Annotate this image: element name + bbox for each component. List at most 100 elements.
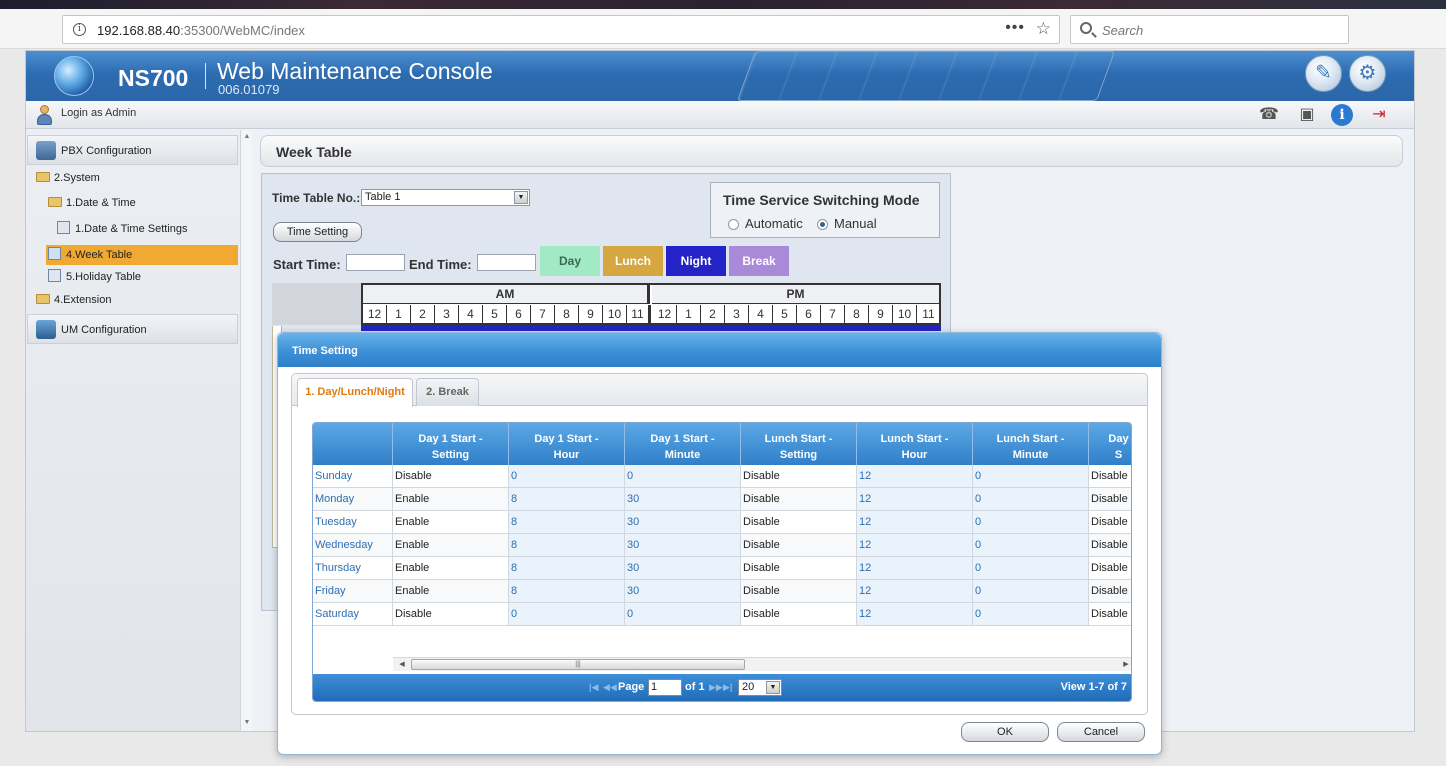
grid-cell[interactable]: Disable (1089, 580, 1131, 602)
grid-cell[interactable]: 0 (509, 465, 625, 487)
sidebar-section-pbx[interactable]: PBX Configuration (27, 135, 238, 165)
column-header[interactable]: Day 1 Start - Setting (393, 423, 509, 465)
sidebar-item-week-table[interactable]: 4.Week Table (46, 245, 238, 265)
tools-wrench-icon[interactable]: ✎ (1305, 55, 1342, 92)
column-header[interactable]: Lunch Start - Minute (973, 423, 1089, 465)
grid-cell[interactable]: Enable (393, 580, 509, 602)
grid-horizontal-scrollbar[interactable]: ◀ ||| ▶ (393, 657, 1131, 671)
end-time-input[interactable] (477, 254, 536, 271)
scroll-down-icon[interactable]: ▼ (242, 718, 252, 728)
tab-day-lunch-night[interactable]: 1. Day/Lunch/Night (297, 378, 413, 407)
grid-cell[interactable]: 12 (857, 511, 973, 533)
column-header[interactable]: Lunch Start - Setting (741, 423, 857, 465)
grid-cell[interactable]: 0 (973, 488, 1089, 510)
next-page-icon[interactable]: ▶▶ (709, 682, 723, 693)
grid-cell[interactable]: 8 (509, 511, 625, 533)
page-info-icon[interactable]: i (73, 23, 86, 36)
browser-search-input[interactable]: Search (1070, 15, 1349, 44)
start-time-input[interactable] (346, 254, 405, 271)
sidebar-item-holiday-table[interactable]: 5.Holiday Table (48, 269, 141, 289)
rows-per-page-select[interactable]: 20 ▼ (738, 679, 782, 696)
scroll-left-icon[interactable]: ◀ (397, 659, 407, 670)
manual-radio[interactable] (817, 219, 828, 230)
grid-cell[interactable]: 12 (857, 557, 973, 579)
grid-cell[interactable]: 8 (509, 580, 625, 602)
legend-lunch[interactable]: Lunch (603, 246, 663, 276)
grid-cell[interactable]: 0 (973, 557, 1089, 579)
scroll-right-icon[interactable]: ▶ (1121, 659, 1131, 670)
grid-cell[interactable]: 12 (857, 603, 973, 625)
grid-cell[interactable]: Disable (741, 511, 857, 533)
prev-page-icon[interactable]: ◀◀ (603, 682, 617, 693)
sidebar-item-system[interactable]: 2.System (36, 172, 100, 192)
grid-cell[interactable]: 8 (509, 557, 625, 579)
grid-cell[interactable]: 30 (625, 534, 741, 556)
grid-cell[interactable]: 12 (857, 488, 973, 510)
grid-cell[interactable]: Disable (741, 580, 857, 602)
last-page-icon[interactable]: ▶| (723, 682, 732, 693)
column-header[interactable] (313, 423, 393, 465)
column-header[interactable]: Day S (1089, 423, 1131, 465)
grid-cell[interactable]: 30 (625, 557, 741, 579)
time-setting-button[interactable]: Time Setting (273, 222, 362, 242)
grid-cell[interactable]: Disable (1089, 511, 1131, 533)
table-row[interactable]: Tuesday Enable 8 30 Disable 12 0 Disable (313, 511, 1131, 534)
grid-cell[interactable]: 12 (857, 465, 973, 487)
grid-cell[interactable]: 8 (509, 534, 625, 556)
automatic-radio[interactable] (728, 219, 739, 230)
column-header[interactable]: Day 1 Start - Minute (625, 423, 741, 465)
grid-cell[interactable]: 30 (625, 488, 741, 510)
grid-cell[interactable]: 0 (973, 534, 1089, 556)
column-header[interactable]: Lunch Start - Hour (857, 423, 973, 465)
sidebar-item-date-time-settings[interactable]: 1.Date & Time Settings (57, 221, 188, 241)
grid-cell[interactable]: Disable (1089, 534, 1131, 556)
grid-cell[interactable]: 0 (973, 465, 1089, 487)
grid-cell[interactable]: Disable (741, 488, 857, 510)
grid-cell[interactable]: 30 (625, 580, 741, 602)
table-row[interactable]: Wednesday Enable 8 30 Disable 12 0 Disable (313, 534, 1131, 557)
grid-cell[interactable]: 0 (625, 465, 741, 487)
cancel-button[interactable]: Cancel (1057, 722, 1145, 742)
grid-cell[interactable]: Enable (393, 557, 509, 579)
info-icon[interactable]: i (1331, 104, 1353, 126)
grid-cell[interactable]: Disable (741, 534, 857, 556)
grid-cell[interactable]: 0 (509, 603, 625, 625)
scrollbar-thumb[interactable]: ||| (411, 659, 745, 670)
table-row[interactable]: Saturday Disable 0 0 Disable 12 0 Disable (313, 603, 1131, 626)
scroll-up-icon[interactable]: ▲ (242, 132, 252, 142)
column-header[interactable]: Day 1 Start - Hour (509, 423, 625, 465)
settings-gear-icon[interactable]: ⚙ (1349, 55, 1386, 92)
grid-cell[interactable]: Disable (741, 465, 857, 487)
grid-cell[interactable]: 8 (509, 488, 625, 510)
bookmark-star-icon[interactable]: ☆ (1036, 19, 1051, 39)
grid-cell[interactable]: Disable (1089, 465, 1131, 487)
grid-cell[interactable]: 30 (625, 511, 741, 533)
grid-cell[interactable]: Disable (1089, 557, 1131, 579)
legend-day[interactable]: Day (540, 246, 600, 276)
grid-cell[interactable]: Disable (741, 557, 857, 579)
grid-cell[interactable]: 0 (973, 511, 1089, 533)
legend-night[interactable]: Night (666, 246, 726, 276)
page-actions-menu-icon[interactable]: ••• (1005, 19, 1025, 37)
table-row[interactable]: Sunday Disable 0 0 Disable 12 0 Disable (313, 465, 1131, 488)
grid-cell[interactable]: Enable (393, 511, 509, 533)
table-row[interactable]: Monday Enable 8 30 Disable 12 0 Disable (313, 488, 1131, 511)
save-icon[interactable]: ▣ (1296, 104, 1318, 126)
first-page-icon[interactable]: |◀ (589, 682, 598, 693)
grid-cell[interactable]: 0 (973, 580, 1089, 602)
logout-icon[interactable]: ⇥ (1368, 104, 1390, 126)
sidebar-item-extension[interactable]: 4.Extension (36, 294, 111, 314)
grid-cell[interactable]: Disable (393, 603, 509, 625)
sidebar-section-um[interactable]: UM Configuration (27, 314, 238, 344)
grid-cell[interactable]: 0 (973, 603, 1089, 625)
table-row[interactable]: Thursday Enable 8 30 Disable 12 0 Disable (313, 557, 1131, 580)
ok-button[interactable]: OK (961, 722, 1049, 742)
page-number-input[interactable]: 1 (648, 679, 682, 696)
tab-break[interactable]: 2. Break (416, 378, 479, 406)
grid-cell[interactable]: Disable (741, 603, 857, 625)
grid-cell[interactable]: Enable (393, 534, 509, 556)
legend-break[interactable]: Break (729, 246, 789, 276)
phone-icon[interactable]: ☎ (1258, 104, 1280, 126)
grid-cell[interactable]: Disable (1089, 603, 1131, 625)
table-row[interactable]: Friday Enable 8 30 Disable 12 0 Disable (313, 580, 1131, 603)
